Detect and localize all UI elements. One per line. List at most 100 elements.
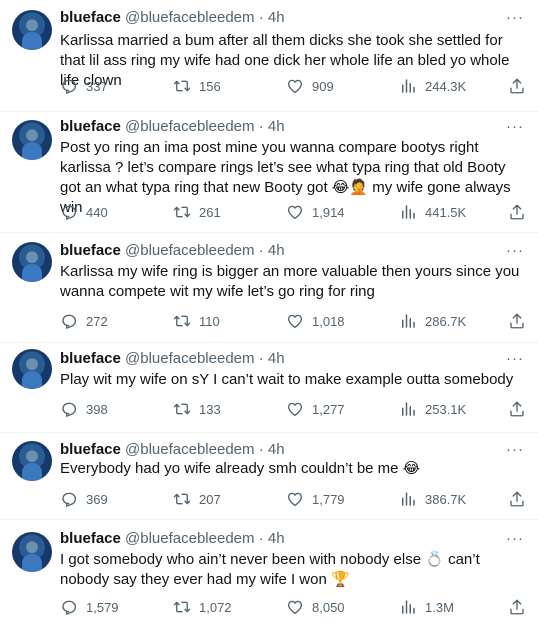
heart-icon xyxy=(287,600,303,615)
reply-count: 398 xyxy=(86,401,108,417)
share-button[interactable] xyxy=(508,399,526,419)
like-button[interactable]: 1,277 xyxy=(286,399,345,419)
reply-button[interactable]: 272 xyxy=(60,311,108,331)
retweet-icon xyxy=(173,493,191,505)
views-button[interactable]: 1.3M xyxy=(399,597,454,617)
author-name[interactable]: blueface xyxy=(60,441,121,458)
retweet-count: 156 xyxy=(199,78,221,94)
avatar[interactable] xyxy=(12,120,52,160)
view-count: 253.1K xyxy=(425,401,467,417)
reply-button[interactable]: 337 xyxy=(60,76,108,96)
view-count: 386.7K xyxy=(425,491,467,507)
author-name[interactable]: blueface xyxy=(60,9,121,26)
views-icon xyxy=(402,492,415,506)
views-icon xyxy=(402,205,415,219)
retweet-button[interactable]: 207 xyxy=(173,489,221,509)
avatar[interactable] xyxy=(12,349,52,389)
tweet-actions: 272 110 1,018 286.7K xyxy=(56,311,532,331)
timestamp[interactable]: 4h xyxy=(268,9,285,26)
views-icon xyxy=(402,402,415,416)
tweet-text: Everybody had yo wife already smh couldn… xyxy=(60,460,421,477)
more-icon[interactable]: ··· xyxy=(506,349,524,369)
timestamp[interactable]: 4h xyxy=(268,118,285,135)
share-button[interactable] xyxy=(508,76,526,96)
tweet[interactable]: blueface @bluefacebleedem · 4h ··· Karli… xyxy=(0,0,538,112)
like-count: 1,779 xyxy=(312,491,345,507)
reply-count: 272 xyxy=(86,313,108,329)
views-button[interactable]: 253.1K xyxy=(399,399,466,419)
reply-button[interactable]: 1,579 xyxy=(60,597,119,617)
reply-button[interactable]: 440 xyxy=(60,202,108,222)
tweet-header: blueface @bluefacebleedem · 4h xyxy=(60,440,285,460)
timestamp[interactable]: 4h xyxy=(268,441,285,458)
like-button[interactable]: 909 xyxy=(286,76,334,96)
more-icon[interactable]: ··· xyxy=(506,529,524,549)
tweet[interactable]: blueface @bluefacebleedem · 4h ··· Every… xyxy=(0,433,538,520)
tweet[interactable]: blueface @bluefacebleedem · 4h ··· Post … xyxy=(0,112,538,233)
author-handle[interactable]: @bluefacebleedem xyxy=(125,242,254,259)
author-name[interactable]: blueface xyxy=(60,242,121,259)
retweet-icon xyxy=(173,403,191,415)
more-icon[interactable]: ··· xyxy=(506,440,524,460)
author-handle[interactable]: @bluefacebleedem xyxy=(125,350,254,367)
reply-count: 1,579 xyxy=(86,599,119,615)
avatar[interactable] xyxy=(12,441,52,481)
share-button[interactable] xyxy=(508,597,526,617)
separator-dot: · xyxy=(258,118,264,135)
retweet-button[interactable]: 1,072 xyxy=(173,597,232,617)
tweet[interactable]: blueface @bluefacebleedem · 4h ··· Play … xyxy=(0,343,538,433)
more-icon[interactable]: ··· xyxy=(506,241,524,261)
retweet-button[interactable]: 133 xyxy=(173,399,221,419)
like-count: 1,277 xyxy=(312,401,345,417)
author-handle[interactable]: @bluefacebleedem xyxy=(125,530,254,547)
heart-icon xyxy=(287,205,303,220)
like-button[interactable]: 1,779 xyxy=(286,489,345,509)
like-button[interactable]: 8,050 xyxy=(286,597,345,617)
share-button[interactable] xyxy=(508,489,526,509)
retweet-icon xyxy=(173,80,191,92)
share-button[interactable] xyxy=(508,311,526,331)
like-count: 8,050 xyxy=(312,599,345,615)
author-name[interactable]: blueface xyxy=(60,530,121,547)
retweet-icon xyxy=(173,601,191,613)
tweet-text: I got somebody who ain’t never been with… xyxy=(60,551,480,588)
retweet-button[interactable]: 110 xyxy=(173,311,220,331)
timestamp[interactable]: 4h xyxy=(268,530,285,547)
author-handle[interactable]: @bluefacebleedem xyxy=(125,118,254,135)
share-icon xyxy=(510,204,524,220)
views-button[interactable]: 244.3K xyxy=(399,76,466,96)
tweet[interactable]: blueface @bluefacebleedem · 4h ··· Karli… xyxy=(0,233,538,343)
timestamp[interactable]: 4h xyxy=(268,350,285,367)
separator-dot: · xyxy=(258,242,264,259)
reply-icon xyxy=(62,402,77,417)
reply-icon xyxy=(62,492,77,507)
retweet-button[interactable]: 156 xyxy=(173,76,221,96)
views-button[interactable]: 286.7K xyxy=(399,311,466,331)
tweet-header: blueface @bluefacebleedem · 4h xyxy=(60,349,285,369)
views-button[interactable]: 441.5K xyxy=(399,202,466,222)
like-button[interactable]: 1,914 xyxy=(286,202,345,222)
share-button[interactable] xyxy=(508,202,526,222)
author-handle[interactable]: @bluefacebleedem xyxy=(125,441,254,458)
retweet-count: 110 xyxy=(199,313,220,329)
reply-button[interactable]: 398 xyxy=(60,399,108,419)
retweet-button[interactable]: 261 xyxy=(173,202,221,222)
reply-count: 369 xyxy=(86,491,108,507)
timestamp[interactable]: 4h xyxy=(268,242,285,259)
author-name[interactable]: blueface xyxy=(60,350,121,367)
author-name[interactable]: blueface xyxy=(60,118,121,135)
tweet-header: blueface @bluefacebleedem · 4h xyxy=(60,241,285,261)
like-count: 1,914 xyxy=(312,204,345,220)
views-button[interactable]: 386.7K xyxy=(399,489,466,509)
avatar[interactable] xyxy=(12,242,52,282)
reply-button[interactable]: 369 xyxy=(60,489,108,509)
more-icon[interactable]: ··· xyxy=(506,117,524,137)
more-icon[interactable]: ··· xyxy=(506,8,524,28)
avatar[interactable] xyxy=(12,532,52,572)
retweet-count: 207 xyxy=(199,491,221,507)
like-button[interactable]: 1,018 xyxy=(286,311,345,331)
heart-icon xyxy=(287,402,303,417)
tweet[interactable]: blueface @bluefacebleedem · 4h ··· I got… xyxy=(0,520,538,628)
author-handle[interactable]: @bluefacebleedem xyxy=(125,9,254,26)
avatar[interactable] xyxy=(12,10,52,50)
